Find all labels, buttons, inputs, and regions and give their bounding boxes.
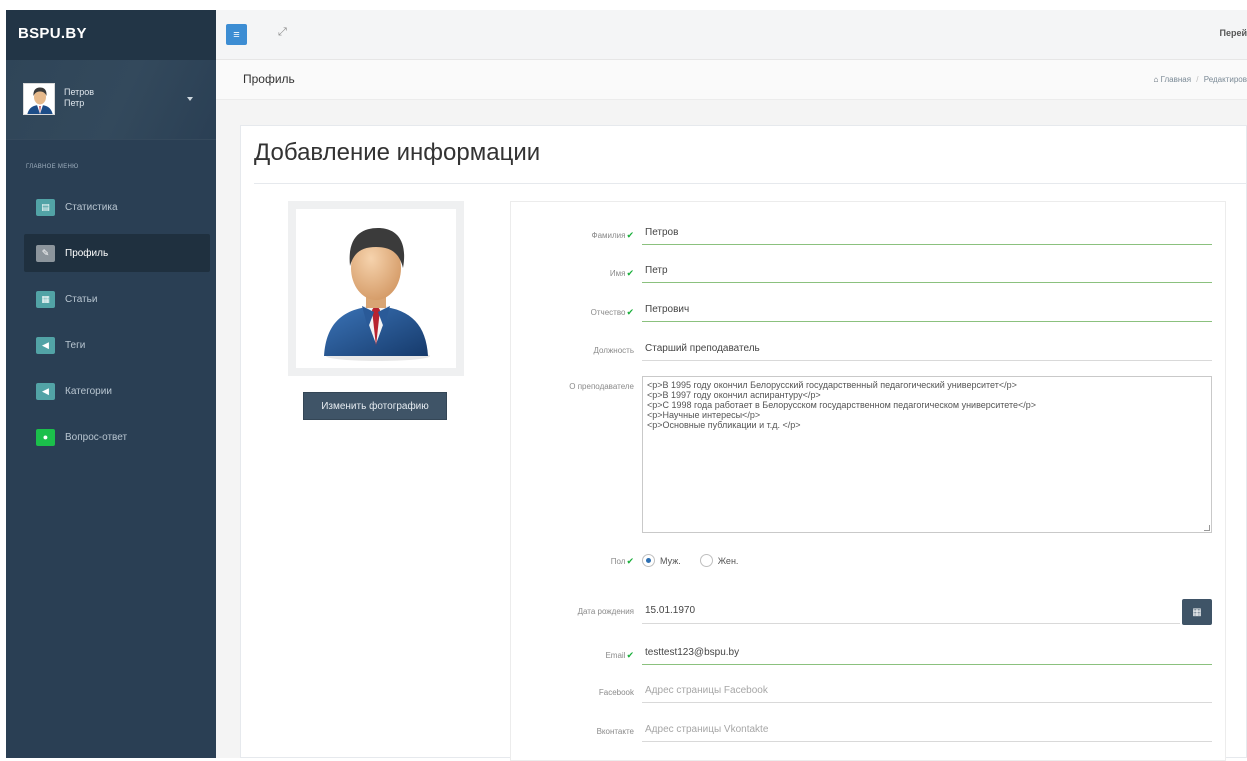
gender-female-radio[interactable] [699, 554, 713, 567]
sidebar-item-label: Статистика [65, 201, 118, 213]
name-label: Имя✔ [609, 268, 634, 278]
surname-field[interactable]: Петров [642, 223, 1212, 245]
menu-title: ГЛАВНОЕ МЕНЮ [26, 164, 79, 170]
change-photo-button[interactable]: Изменить фотографию [303, 392, 447, 420]
sidebar-item-label: Теги [65, 339, 86, 351]
sidebar-item-faq[interactable]: ● Вопрос-ответ [24, 418, 210, 456]
about-label: О преподавателе [569, 382, 634, 391]
user-first-name: Петр [64, 98, 85, 108]
check-icon: ✔ [626, 307, 634, 317]
check-icon: ✔ [626, 268, 634, 278]
facebook-label: Facebook [598, 688, 634, 697]
gender-label: Пол✔ [610, 556, 634, 566]
gender-radio-group: Муж. Жен. [642, 554, 738, 567]
brand-logo[interactable]: BSPU.BY [6, 10, 216, 60]
gender-female-label[interactable]: Жен. [718, 556, 739, 566]
gender-male-radio[interactable] [642, 554, 655, 567]
sidebar-item-label: Категории [65, 385, 112, 397]
about-line: <p>Научные интересы</p> [647, 410, 761, 420]
breadcrumb-separator: / [1196, 75, 1199, 84]
position-label: Должность [593, 346, 635, 355]
sidebar-item-categories[interactable]: ◀ Категории [24, 372, 210, 410]
about-textarea[interactable]: <p>В 1995 году окончил Белорусский госуд… [642, 376, 1212, 533]
gender-male-label[interactable]: Муж. [660, 556, 681, 566]
breadcrumb-home-link[interactable]: Главная [1161, 75, 1191, 84]
about-line: <p>В 1995 году окончил Белорусский госуд… [647, 380, 1017, 390]
position-field[interactable]: Старший преподаватель [642, 339, 1212, 361]
table-icon: ▤ [36, 198, 55, 216]
top-right-link[interactable]: Перей [1219, 28, 1247, 38]
profile-photo-frame [288, 201, 464, 376]
menu-toggle-button[interactable]: ≡ [226, 24, 247, 45]
check-icon: ✔ [626, 230, 634, 240]
sidebar-item-tags[interactable]: ◀ Теги [24, 326, 210, 364]
user-last-name: Петров [64, 87, 95, 97]
sidebar-item-statistics[interactable]: ▤ Статистика [24, 188, 210, 226]
sidebar-item-label: Статьи [65, 293, 98, 305]
email-field[interactable]: testtest123@bspu.by [642, 643, 1212, 665]
pencil-icon: ✎ [36, 244, 55, 262]
email-label: Email✔ [605, 650, 634, 660]
profile-form: Фамилия✔ Петров Имя✔ Петр Отчество✔ Петр… [510, 201, 1226, 761]
name-field[interactable]: Петр [642, 261, 1212, 283]
about-line: <p>Основные публикации и т.д. </p> [647, 420, 801, 430]
tags-icon: ◀ [36, 382, 55, 400]
resize-handle-icon[interactable] [1204, 525, 1210, 531]
breadcrumb: ⌂ Главная / Редактиров [1154, 75, 1247, 84]
vkontakte-field[interactable]: Адрес страницы Vkontakte [642, 720, 1212, 742]
about-line: <p>В 1997 году окончил аспирантуру</p> [647, 390, 821, 400]
sidebar-item-profile[interactable]: ✎ Профиль [24, 234, 210, 272]
check-icon: ✔ [626, 650, 634, 660]
sidebar-item-label: Профиль [65, 247, 109, 259]
profile-panel: Добавление информации Изменить фотографи… [240, 125, 1247, 761]
home-icon: ⌂ [1153, 75, 1159, 84]
about-line: <p>С 1998 года работает в Белорусском го… [647, 400, 1037, 410]
birthdate-field[interactable]: 15.01.1970 [642, 599, 1180, 624]
user-avatar-icon [324, 228, 430, 361]
tag-icon: ◀ [36, 336, 55, 354]
patronymic-field[interactable]: Петрович [642, 300, 1212, 322]
patronymic-label: Отчество✔ [590, 307, 634, 317]
panel-divider [254, 183, 1246, 184]
user-names: Петров Петр [64, 87, 94, 109]
sidebar-item-label: Вопрос-ответ [65, 431, 128, 443]
sidebar: BSPU.BY Петров Петр ГЛАВНОЕ МЕНЮ ▤ Стати… [6, 10, 216, 758]
breadcrumb-current: Редактиров [1203, 75, 1247, 84]
fullscreen-toggle-icon[interactable]: ⤢ [278, 26, 287, 39]
hamburger-icon: ≡ [233, 28, 240, 41]
check-icon: ✔ [626, 556, 634, 566]
page-title: Профиль [243, 72, 295, 86]
sidebar-item-articles[interactable]: ▦ Статьи [24, 280, 210, 318]
top-navbar: ≡ ⤢ Перей [216, 10, 1247, 60]
user-profile-block[interactable]: Петров Петр [6, 60, 216, 140]
profile-photo [296, 209, 456, 368]
facebook-field[interactable]: Адрес страницы Facebook [642, 681, 1212, 703]
calendar-button[interactable]: ▦ [1182, 599, 1212, 625]
birthdate-label: Дата рождения [577, 607, 634, 616]
calendar-icon: ▦ [1192, 606, 1202, 618]
avatar [23, 83, 55, 115]
vkontakte-label: Вконтакте [596, 727, 634, 736]
caret-down-icon[interactable] [187, 97, 193, 101]
surname-label: Фамилия✔ [591, 230, 634, 240]
comment-icon: ● [36, 428, 55, 446]
panel-title: Добавление информации [254, 139, 541, 166]
page-header: Профиль ⌂ Главная / Редактиров [216, 60, 1247, 100]
newspaper-icon: ▦ [36, 290, 55, 308]
